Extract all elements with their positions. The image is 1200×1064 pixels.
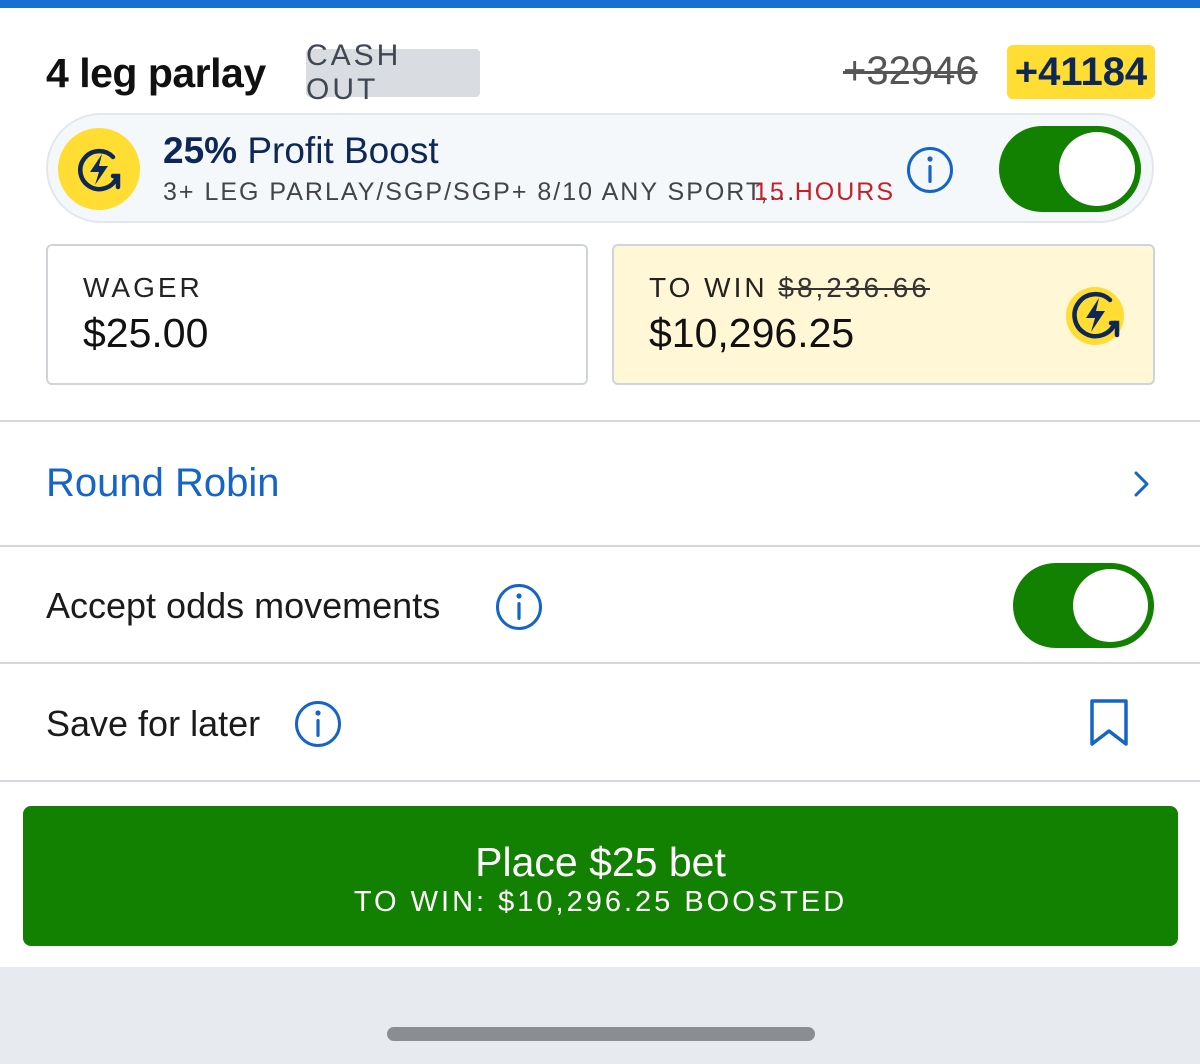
boost-title: 25% Profit Boost: [163, 130, 439, 172]
toggle-knob: [1059, 132, 1135, 206]
boost-bolt-icon: [1062, 283, 1130, 356]
bet-title: 4 leg parlay: [46, 50, 266, 96]
wager-input[interactable]: WAGER $25.00: [46, 244, 588, 385]
round-robin-link[interactable]: Round Robin: [46, 461, 280, 506]
original-odds: +32946: [843, 49, 978, 93]
wager-label: WAGER: [83, 272, 203, 303]
boost-percent: 25%: [163, 130, 238, 171]
divider: [0, 545, 1200, 547]
to-win-original: $8,236.66: [778, 272, 930, 303]
accept-odds-info-icon[interactable]: [495, 583, 543, 636]
chevron-right-icon[interactable]: [1131, 470, 1153, 503]
boost-expiry: 15 HOURS: [754, 178, 896, 206]
save-for-later-label: Save for later: [46, 703, 261, 744]
place-bet-sublabel: TO WIN: $10,296.25 BOOSTED: [353, 886, 848, 918]
boosted-odds: +41184: [1007, 45, 1155, 99]
bookmark-icon[interactable]: [1089, 698, 1129, 753]
save-info-icon[interactable]: [294, 700, 342, 753]
profit-boost-toggle[interactable]: [999, 126, 1141, 212]
home-indicator[interactable]: [387, 1027, 815, 1041]
boost-title-text: Profit Boost: [247, 130, 439, 171]
to-win-label: TO WIN $8,236.66: [649, 272, 930, 304]
divider: [0, 780, 1200, 782]
to-win-label-text: TO WIN: [649, 272, 768, 303]
bottom-safe-area: [0, 967, 1200, 1064]
divider: [0, 420, 1200, 422]
wager-value: $25.00: [83, 310, 209, 356]
boost-description: 3+ LEG PARLAY/SGP/SGP+ 8/10 ANY SPORT,..…: [163, 178, 797, 206]
accept-odds-toggle[interactable]: [1013, 563, 1154, 648]
lightning-bolt-icon: [58, 128, 140, 210]
to-win-value: $10,296.25: [649, 310, 855, 356]
toggle-knob: [1073, 569, 1148, 642]
place-bet-button[interactable]: Place $25 bet TO WIN: $10,296.25 BOOSTED: [23, 806, 1178, 946]
boost-info-icon[interactable]: [906, 146, 954, 199]
divider: [0, 662, 1200, 664]
accept-odds-label: Accept odds movements: [46, 585, 441, 626]
cash-out-badge: CASH OUT: [306, 39, 480, 106]
place-bet-label: Place $25 bet: [475, 839, 726, 885]
top-accent-bar: [0, 0, 1200, 8]
